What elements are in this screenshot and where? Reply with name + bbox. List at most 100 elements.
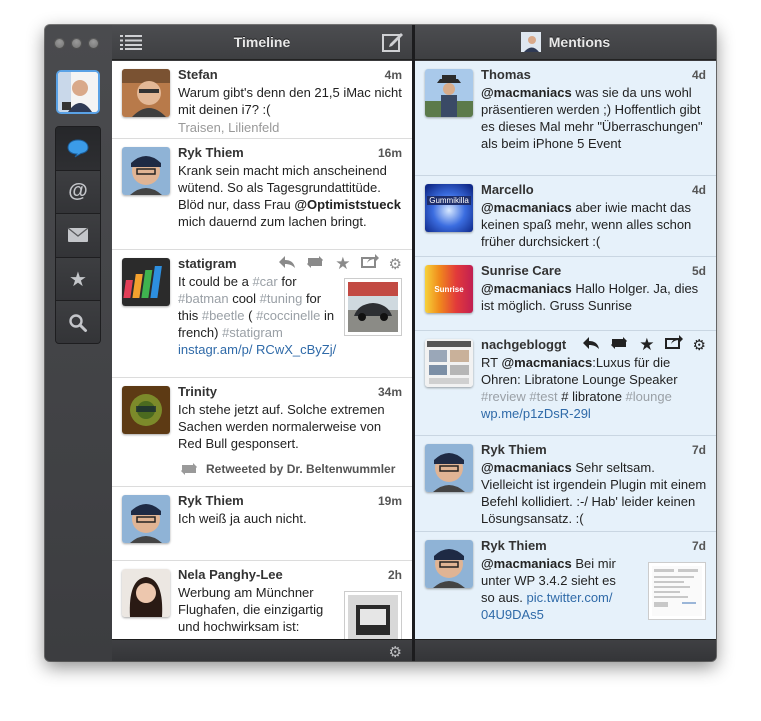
timeline-column: Timeline Stefan 4m Warum gibt's denn den… <box>112 25 412 661</box>
tweet-author[interactable]: Thomas <box>481 67 708 83</box>
column-list-icon[interactable] <box>120 34 142 53</box>
tweet-item[interactable]: statigram ★ ⚙ It could be a #car for #ba… <box>112 250 412 378</box>
tweet-item[interactable]: Gummikilla Marcello 4d @macmaniacs aber … <box>415 176 716 257</box>
mention-link[interactable]: @macmaniacs <box>481 460 572 475</box>
media-thumbnail[interactable] <box>648 562 706 620</box>
tweet-item[interactable]: Ryk Thiem 19m Ich weiß ja auch nicht. <box>112 487 412 561</box>
account-avatar[interactable] <box>56 70 100 114</box>
media-thumbnail[interactable] <box>344 278 402 336</box>
tweet-link[interactable]: wp.me/p1zDsR-29l <box>481 406 591 421</box>
tweet-actions: ★ ⚙ <box>583 335 706 354</box>
share-icon[interactable] <box>664 335 683 354</box>
app-window: @ ★ Timeline Stefan 4m Warum gibt's denn… <box>45 25 716 661</box>
mentions-footer <box>415 639 716 661</box>
compose-icon[interactable] <box>382 32 404 55</box>
gear-icon[interactable]: ⚙ <box>389 255 402 273</box>
settings-gear-icon[interactable]: ⚙ <box>389 643 402 661</box>
sidebar-item-timeline[interactable] <box>56 127 100 171</box>
sidebar-item-messages[interactable] <box>56 214 100 258</box>
hashtag[interactable]: #test <box>529 389 557 404</box>
hashtag[interactable]: #batman <box>178 291 229 306</box>
tweet-author[interactable]: Marcello <box>481 182 708 198</box>
mention-link[interactable]: @Optimiststueck <box>294 197 401 212</box>
tweet-author[interactable]: Ryk Thiem <box>178 493 404 509</box>
share-icon[interactable] <box>360 254 379 273</box>
avatar[interactable]: Sunrise <box>425 265 473 313</box>
reply-icon[interactable] <box>583 336 600 354</box>
tweet-item[interactable]: Ryk Thiem 16m Krank sein macht mich ansc… <box>112 139 412 250</box>
tweet-time: 4d <box>691 68 706 82</box>
mention-link[interactable]: @macmaniacs <box>481 200 572 215</box>
favorite-icon[interactable]: ★ <box>639 336 654 353</box>
reply-icon[interactable] <box>279 255 296 273</box>
tweet-item[interactable]: Ryk Thiem 7d @macmaniacs Sehr seltsam. V… <box>415 436 716 532</box>
sidebar-item-search[interactable] <box>56 301 100 343</box>
avatar[interactable] <box>122 495 170 543</box>
zoom-button[interactable] <box>88 38 99 49</box>
retweet-icon <box>181 463 197 475</box>
sidebar-item-mentions[interactable]: @ <box>56 170 100 215</box>
tweet-author[interactable]: Trinity <box>178 384 404 400</box>
envelope-icon <box>67 227 89 243</box>
tweet-item[interactable]: Thomas 4d @macmaniacs was sie da uns woh… <box>415 61 716 176</box>
avatar[interactable] <box>122 258 170 306</box>
hashtag[interactable]: #review <box>481 389 526 404</box>
avatar[interactable] <box>425 444 473 492</box>
at-sign-icon: @ <box>68 180 88 203</box>
retweet-label[interactable]: Retweeted by Dr. Beltenwummler <box>206 462 395 476</box>
mentions-list: Thomas 4d @macmaniacs was sie da uns woh… <box>415 61 716 639</box>
hashtag[interactable]: #beetle <box>202 308 245 323</box>
tweet-author[interactable]: Ryk Thiem <box>178 145 404 161</box>
tweet-time: 7d <box>691 443 706 457</box>
retweet-icon[interactable] <box>305 255 325 273</box>
tweet-author[interactable]: Ryk Thiem <box>481 442 708 458</box>
tweet-item[interactable]: Ryk Thiem 7d @macmaniacs Bei mir unter W… <box>415 532 716 639</box>
tweet-author[interactable]: Stefan <box>178 67 404 83</box>
avatar-label: Sunrise <box>434 284 464 294</box>
search-icon <box>69 314 87 333</box>
favorite-icon[interactable]: ★ <box>335 255 350 272</box>
tweet-text-part: for <box>277 274 297 289</box>
timeline-header: Timeline <box>112 25 412 60</box>
tweet-location[interactable]: Traisen, Lilienfeld <box>178 119 404 136</box>
avatar[interactable] <box>122 386 170 434</box>
tweet-item[interactable]: nachgebloggt ★ ⚙ RT @macmaniacs:Luxus fü… <box>415 331 716 436</box>
avatar[interactable] <box>122 69 170 117</box>
tweet-text: @macmaniacs was sie da uns wohl präsenti… <box>481 84 708 152</box>
tweet-link[interactable]: instagr.am/p/ RCwX_cByZj/ <box>178 342 336 357</box>
close-button[interactable] <box>54 38 65 49</box>
tweet-item[interactable]: Nela Panghy-Lee 2h Werbung am Münchner F… <box>112 561 412 639</box>
timeline-footer: ⚙ <box>112 639 412 661</box>
mention-link[interactable]: @macmaniacs <box>501 355 592 370</box>
tweet-author[interactable]: Ryk Thiem <box>481 538 708 554</box>
hashtag[interactable]: #car <box>252 274 277 289</box>
minimize-button[interactable] <box>71 38 82 49</box>
retweet-icon[interactable] <box>609 336 629 354</box>
avatar[interactable] <box>122 147 170 195</box>
gear-icon[interactable]: ⚙ <box>693 336 706 354</box>
mentions-header: Mentions <box>415 25 716 60</box>
avatar[interactable]: Gummikilla <box>425 184 473 232</box>
hashtag[interactable]: #tuning <box>260 291 303 306</box>
hashtag[interactable]: #coccinelle <box>256 308 320 323</box>
mention-link[interactable]: @macmaniacs <box>481 85 572 100</box>
tweet-item[interactable]: Stefan 4m Warum gibt's denn den 21,5 iMa… <box>112 61 412 139</box>
tweet-item[interactable]: Sunrise Sunrise Care 5d @macmaniacs Hall… <box>415 257 716 331</box>
sidebar-item-favorites[interactable]: ★ <box>56 257 100 302</box>
tweet-text: RT @macmaniacs:Luxus für die Ohren: Libr… <box>481 354 708 422</box>
avatar[interactable] <box>425 69 473 117</box>
tweet-text-part: It could be a <box>178 274 253 289</box>
tweet-time: 4d <box>691 183 706 197</box>
avatar[interactable] <box>425 339 473 387</box>
tweet-author[interactable]: Nela Panghy-Lee <box>178 567 404 583</box>
mention-link[interactable]: @macmaniacs <box>481 556 572 571</box>
tweet-author[interactable]: Sunrise Care <box>481 263 708 279</box>
media-thumbnail[interactable] <box>344 591 402 639</box>
hashtag[interactable]: #lounge <box>626 389 672 404</box>
tweet-text-part: RT <box>481 355 502 370</box>
tweet-item[interactable]: Trinity 34m Ich stehe jetzt auf. Solche … <box>112 378 412 487</box>
hashtag[interactable]: #statigram <box>222 325 283 340</box>
avatar[interactable] <box>425 540 473 588</box>
mention-link[interactable]: @macmaniacs <box>481 281 572 296</box>
avatar[interactable] <box>122 569 170 617</box>
